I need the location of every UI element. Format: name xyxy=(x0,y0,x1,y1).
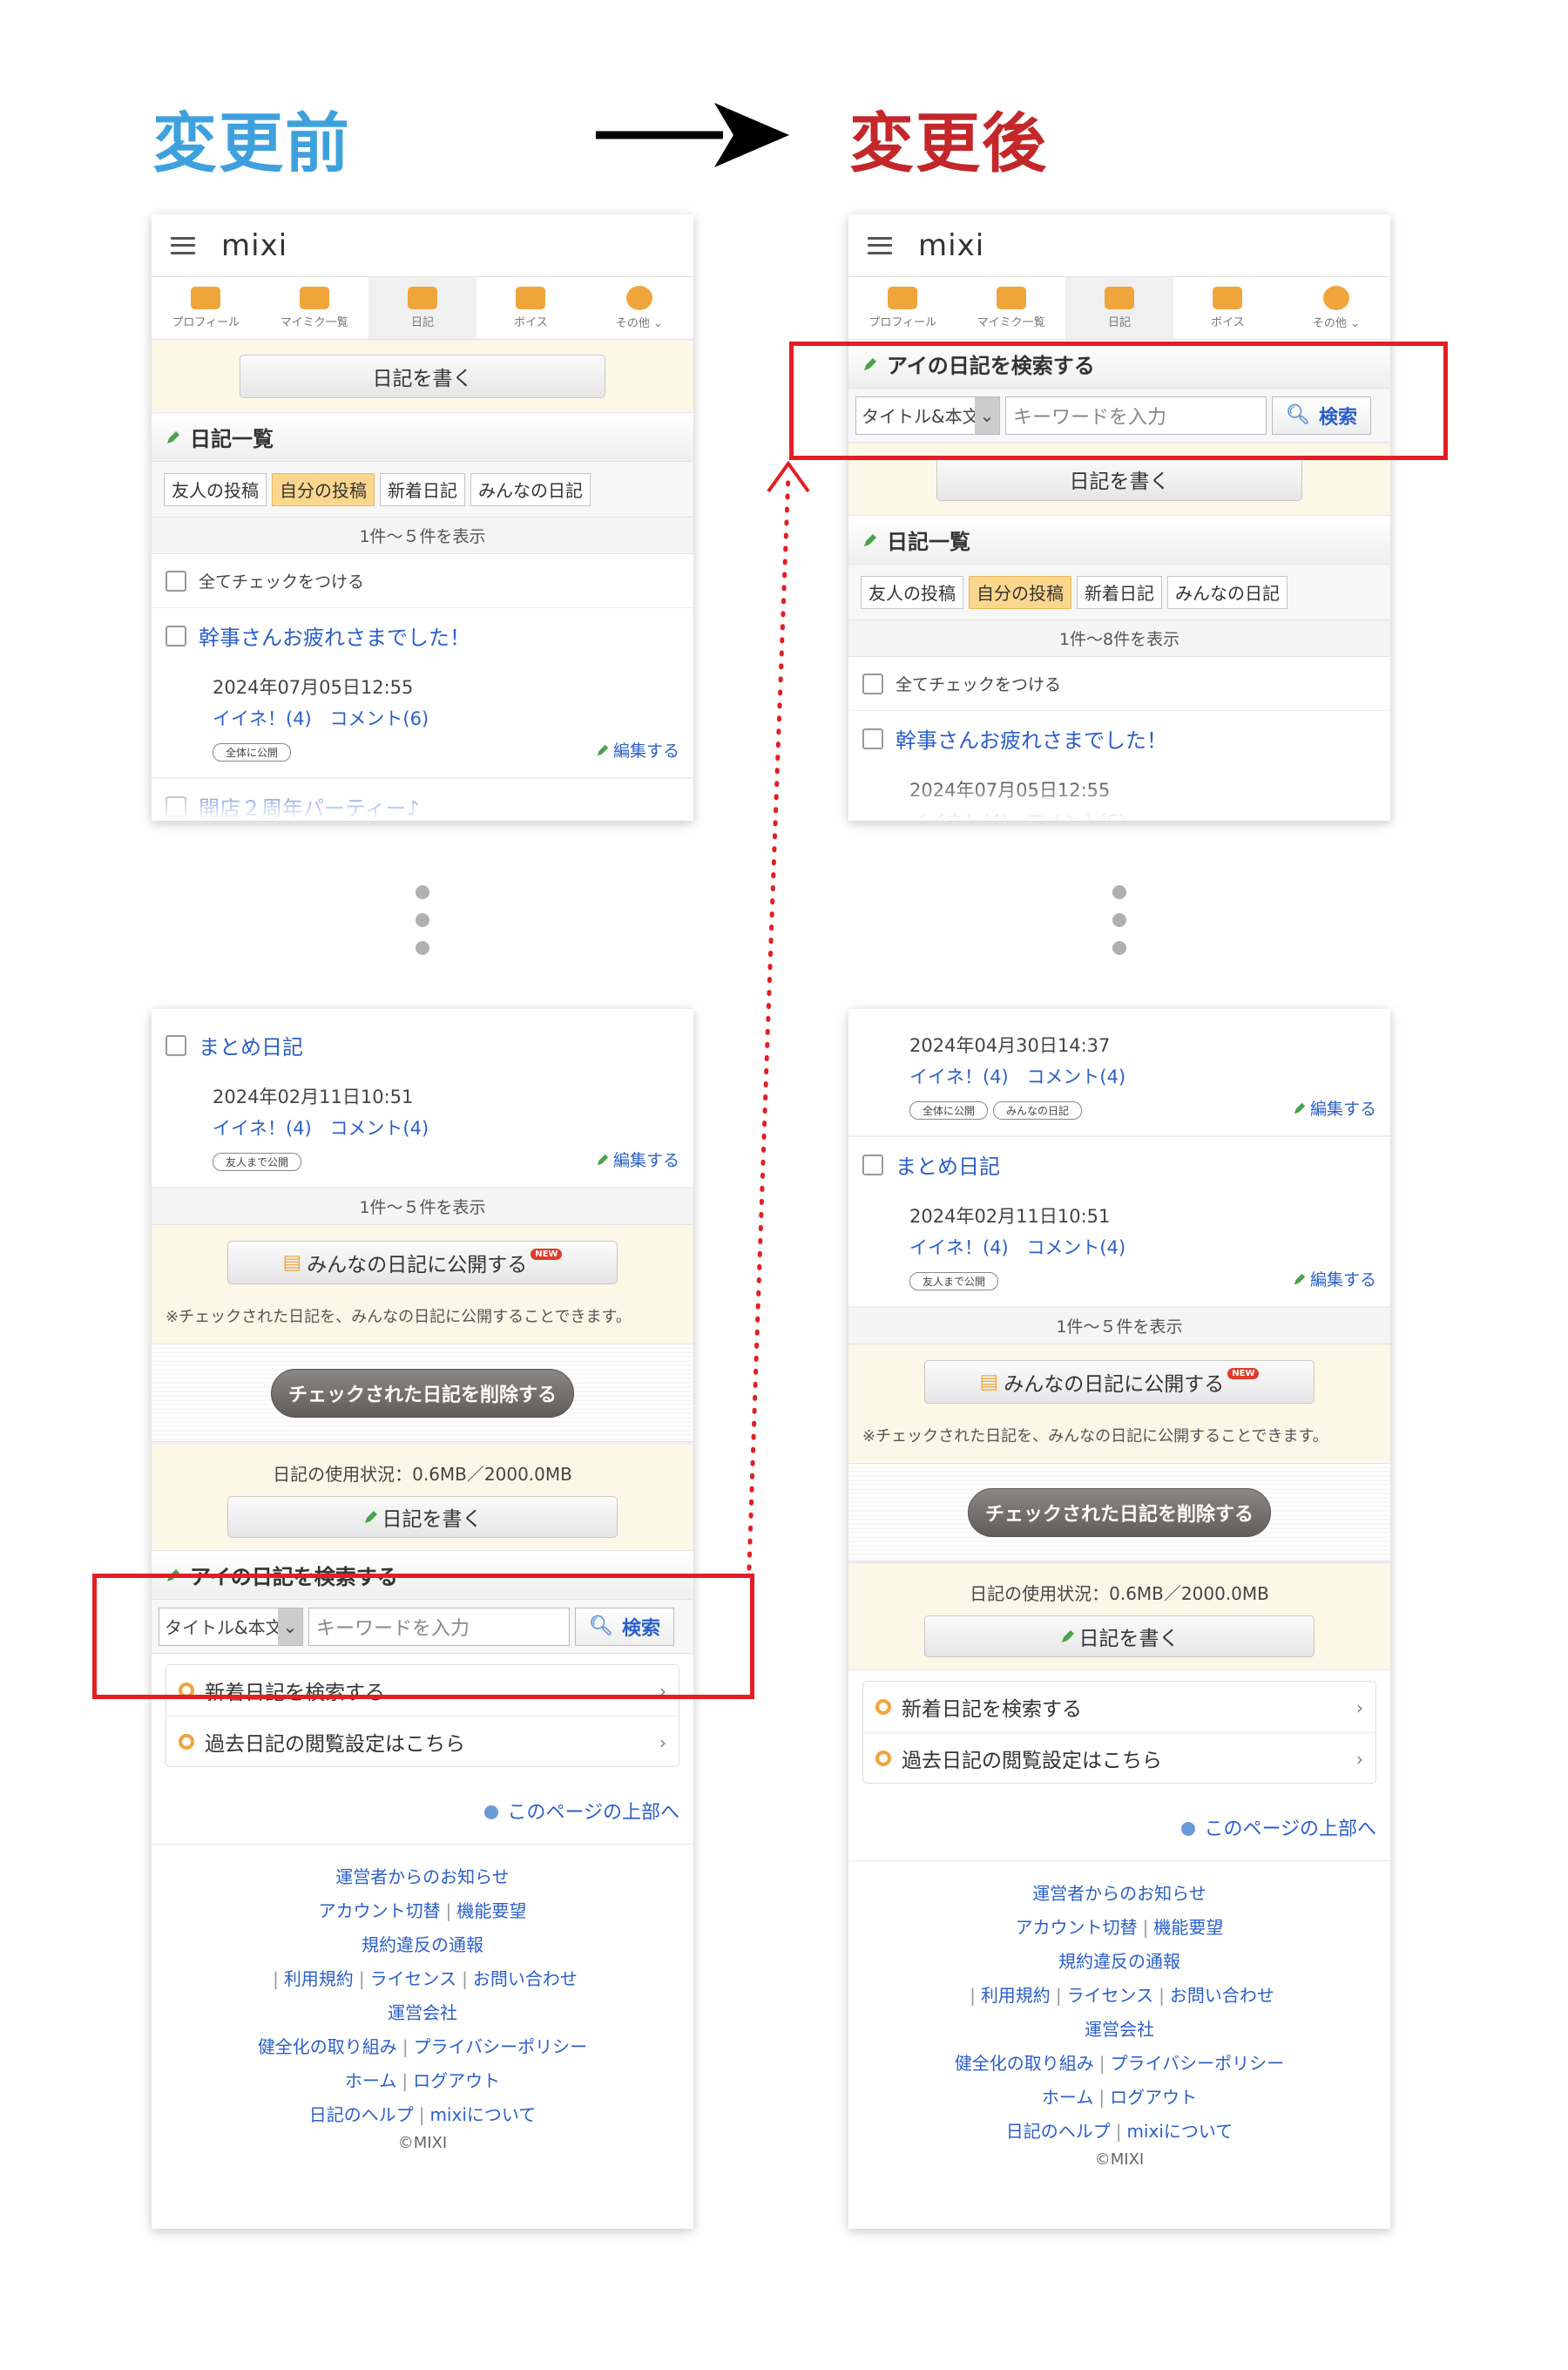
moved-arrow-icon xyxy=(747,460,810,1571)
